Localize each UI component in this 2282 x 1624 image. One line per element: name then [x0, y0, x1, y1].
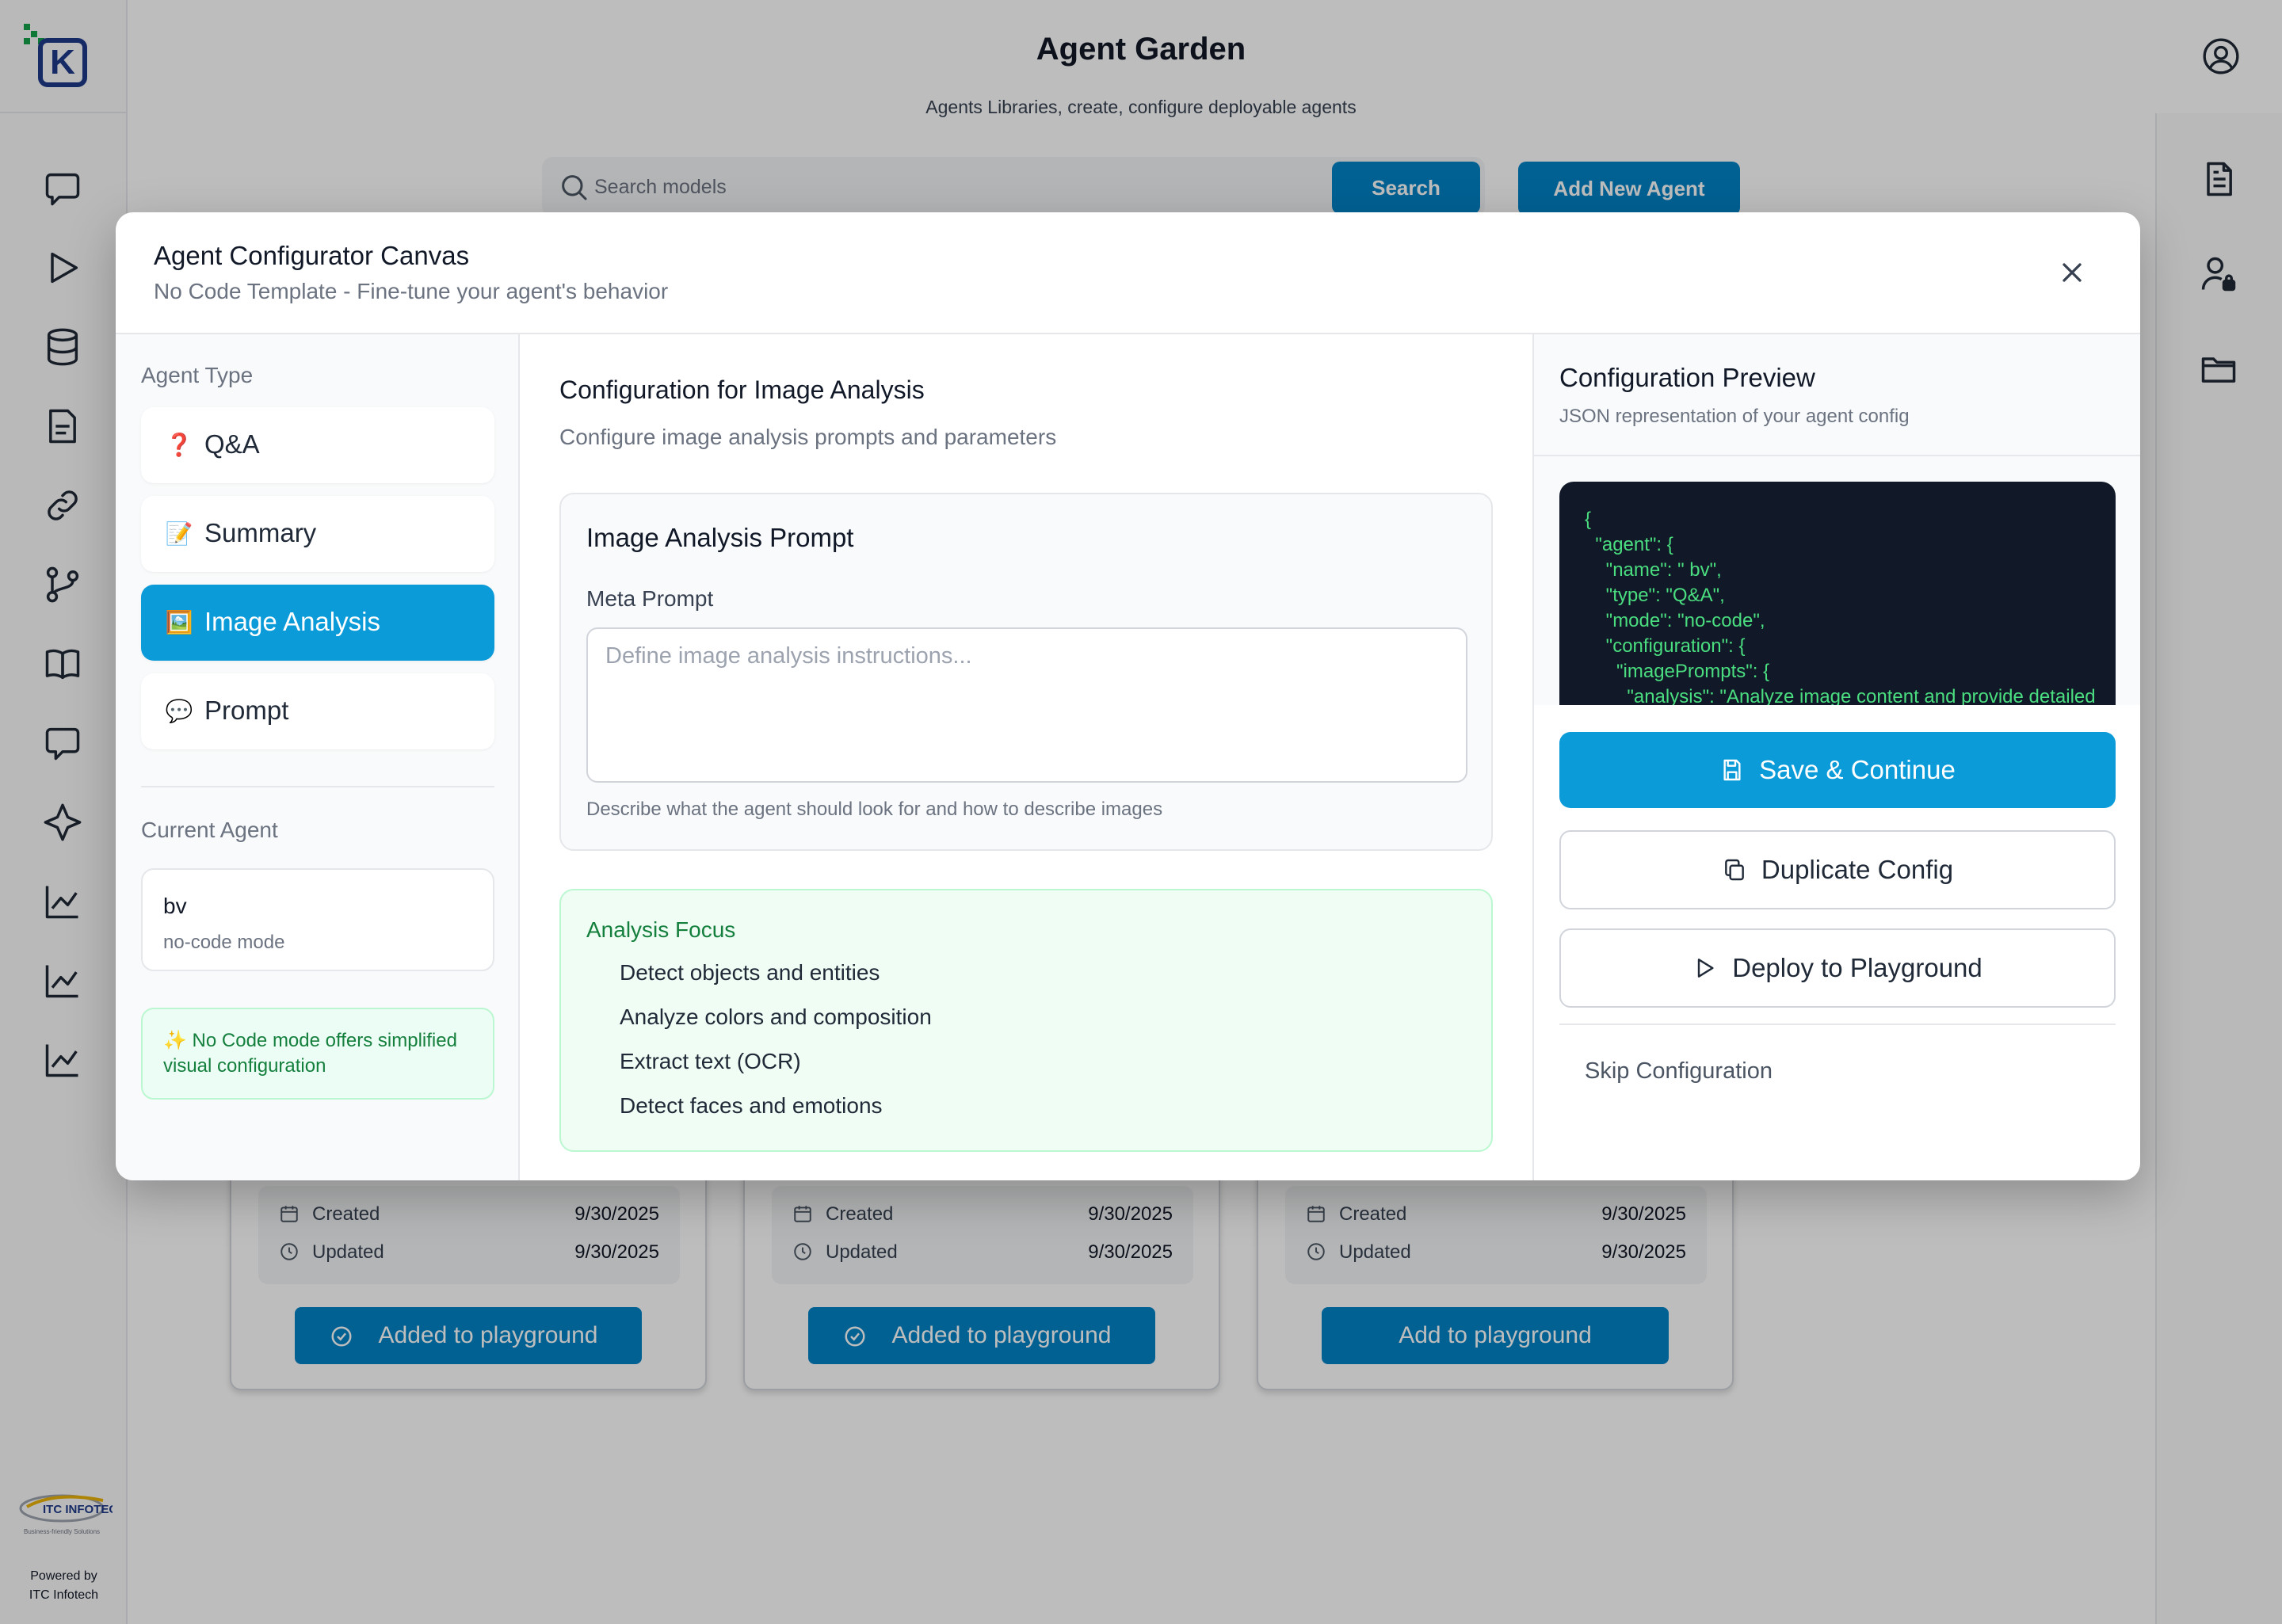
- analysis-focus-item: Detect objects and entities: [620, 960, 880, 985]
- analysis-focus-item: Analyze colors and composition: [620, 1005, 932, 1029]
- current-agent-mode: no-code mode: [163, 932, 285, 953]
- json-preview-text: { "agent": { "name": " bv", "type": "Q&A…: [1585, 509, 2096, 705]
- meta-prompt-label: Meta Prompt: [586, 586, 714, 611]
- image-analysis-prompt-card: Image Analysis Prompt Meta Prompt Descri…: [559, 493, 1493, 851]
- agent-type-label: Agent Type: [141, 363, 254, 387]
- prompt-card-title: Image Analysis Prompt: [586, 523, 854, 552]
- configuration-panel: Configuration for Image Analysis Configu…: [520, 334, 1532, 1180]
- agent-type-qa[interactable]: ❓ Q&A: [141, 407, 494, 483]
- preview-title: Configuration Preview: [1559, 363, 1815, 392]
- memo-icon: 📝: [165, 521, 193, 546]
- deploy-label: Deploy to Playground: [1732, 953, 1982, 982]
- duplicate-config-button[interactable]: Duplicate Config: [1559, 830, 2116, 909]
- deploy-content: Deploy to Playground: [1561, 930, 2114, 1006]
- no-code-info-note: ✨ No Code mode offers simplified visual …: [141, 1008, 494, 1100]
- json-preview[interactable]: { "agent": { "name": " bv", "type": "Q&A…: [1559, 482, 2116, 705]
- agent-type-image-analysis[interactable]: 🖼️ Image Analysis: [141, 585, 494, 661]
- divider: [1559, 1024, 2116, 1025]
- configuration-title: Configuration for Image Analysis: [559, 376, 925, 404]
- current-agent-card: bv no-code mode: [141, 868, 494, 971]
- configuration-subtitle: Configure image analysis prompts and par…: [559, 425, 1057, 449]
- agent-type-label-qa: Q&A: [204, 429, 260, 459]
- current-agent-name: bv: [163, 894, 187, 918]
- close-icon[interactable]: [2056, 257, 2088, 288]
- meta-prompt-textarea[interactable]: [586, 627, 1467, 783]
- modal-title: Agent Configurator Canvas: [154, 241, 470, 270]
- current-agent-label: Current Agent: [141, 818, 278, 842]
- save-continue-content: Save & Continue: [1559, 732, 2116, 808]
- picture-icon: 🖼️: [165, 610, 193, 635]
- modal-subtitle: No Code Template - Fine-tune your agent'…: [154, 279, 669, 303]
- modal-header: Agent Configurator Canvas No Code Templa…: [116, 212, 2140, 334]
- copy-icon: [1722, 857, 1747, 883]
- save-icon: [1719, 757, 1745, 783]
- divider: [1534, 455, 2140, 456]
- save-continue-button[interactable]: Save & Continue: [1559, 732, 2116, 808]
- preview-subtitle: JSON representation of your agent config: [1559, 406, 1910, 427]
- agent-type-prompt[interactable]: 💬 Prompt: [141, 673, 494, 749]
- agent-configurator-modal: Agent Configurator Canvas No Code Templa…: [116, 212, 2140, 1180]
- save-continue-label: Save & Continue: [1759, 755, 1956, 784]
- agent-type-label-image-analysis: Image Analysis: [204, 607, 380, 636]
- analysis-focus-card: Analysis Focus Detect objects and entiti…: [559, 889, 1493, 1152]
- play-icon: [1692, 955, 1718, 981]
- agent-type-label-summary: Summary: [204, 518, 317, 547]
- configuration-preview-panel: Configuration Preview JSON representatio…: [1532, 334, 2140, 1180]
- skip-configuration-button[interactable]: Skip Configuration: [1585, 1058, 1773, 1085]
- agent-type-label-prompt: Prompt: [204, 696, 289, 725]
- duplicate-config-label: Duplicate Config: [1761, 855, 1954, 884]
- agent-type-panel: Agent Type ❓ Q&A 📝 Summary 🖼️ Image Anal…: [116, 334, 520, 1180]
- analysis-focus-title: Analysis Focus: [586, 917, 736, 942]
- question-icon: ❓: [165, 433, 193, 457]
- preview-header: Configuration Preview JSON representatio…: [1534, 334, 2140, 705]
- analysis-focus-item: Extract text (OCR): [620, 1049, 801, 1073]
- analysis-focus-item: Detect faces and emotions: [620, 1093, 883, 1118]
- meta-prompt-help-text: Describe what the agent should look for …: [586, 799, 1163, 820]
- deploy-to-playground-button[interactable]: Deploy to Playground: [1559, 928, 2116, 1008]
- speech-bubble-icon: 💬: [165, 699, 193, 723]
- duplicate-config-content: Duplicate Config: [1561, 832, 2114, 908]
- divider: [141, 786, 494, 787]
- agent-type-summary[interactable]: 📝 Summary: [141, 496, 494, 572]
